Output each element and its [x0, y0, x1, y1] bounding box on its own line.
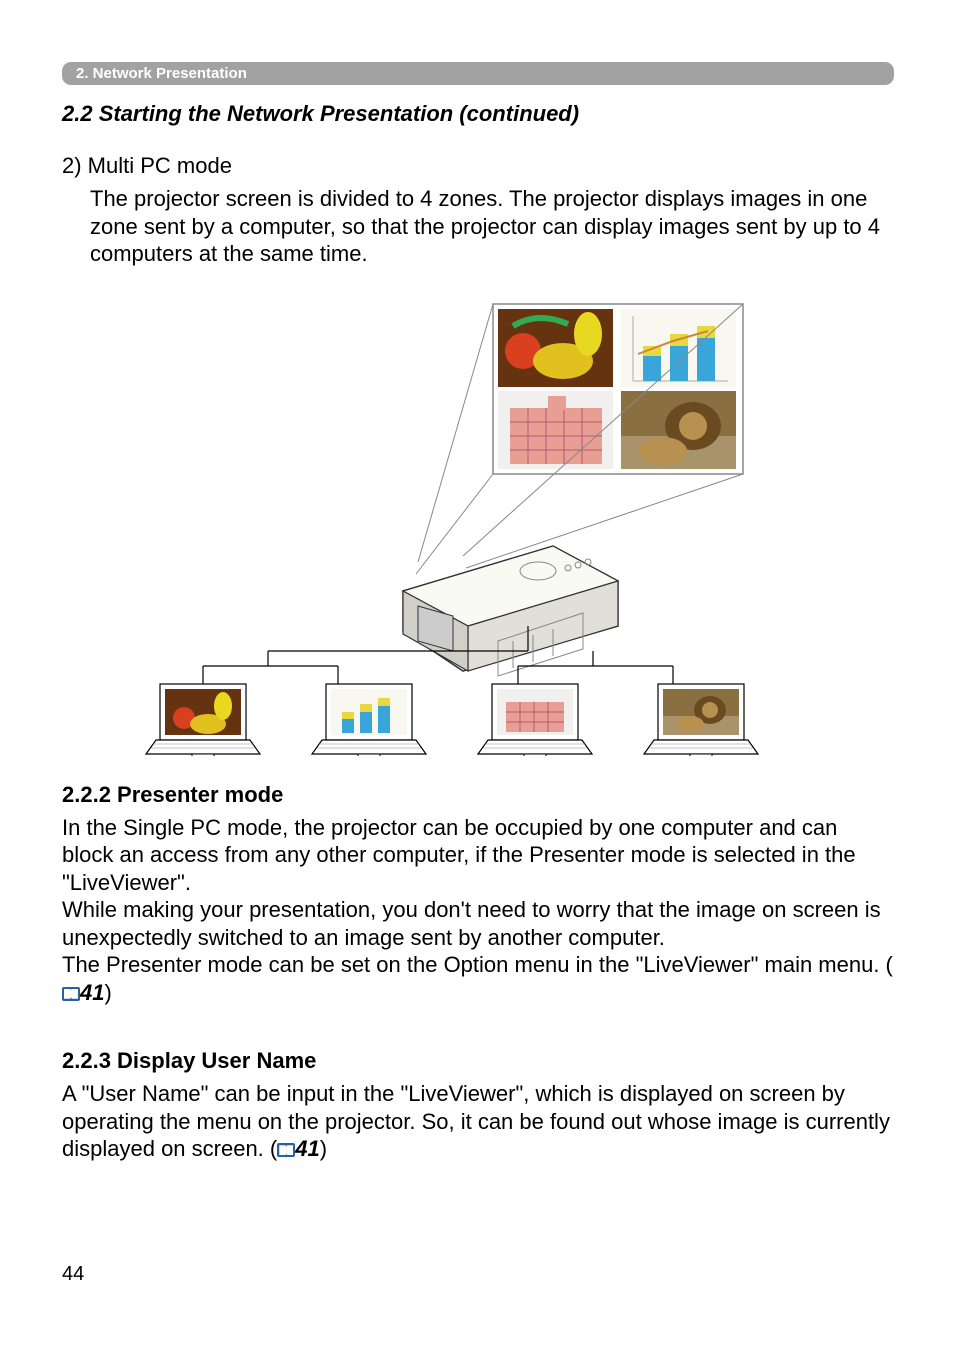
- multi-pc-label: 2) Multi PC mode: [62, 153, 894, 179]
- header-bar: 2. Network Presentation: [62, 62, 894, 85]
- presenter-mode-para2: While making your presentation, you don'…: [62, 896, 894, 951]
- section-title: 2.2 Starting the Network Presentation (c…: [62, 101, 894, 127]
- book-icon: [62, 987, 80, 1001]
- page-number: 44: [62, 1263, 84, 1286]
- display-username-para1a: A "User Name" can be input in the "LiveV…: [62, 1081, 890, 1161]
- multi-pc-body: The projector screen is divided to 4 zon…: [90, 185, 894, 268]
- display-username-para1b: ): [320, 1136, 327, 1161]
- display-username-ref: 41: [295, 1136, 319, 1161]
- multi-pc-figure: [62, 296, 894, 756]
- book-icon: [277, 1143, 295, 1157]
- display-username-heading: 2.2.3 Display User Name: [62, 1048, 894, 1074]
- presenter-mode-para3b: ): [104, 980, 111, 1005]
- presenter-mode-heading: 2.2.2 Presenter mode: [62, 782, 894, 808]
- presenter-mode-para1: In the Single PC mode, the projector can…: [62, 814, 894, 897]
- display-username-para: A "User Name" can be input in the "LiveV…: [62, 1080, 894, 1163]
- presenter-mode-para3a: The Presenter mode can be set on the Opt…: [62, 952, 893, 977]
- projector-diagram-svg: [118, 296, 838, 756]
- presenter-mode-ref: 41: [80, 980, 104, 1005]
- presenter-mode-para3: The Presenter mode can be set on the Opt…: [62, 951, 894, 1006]
